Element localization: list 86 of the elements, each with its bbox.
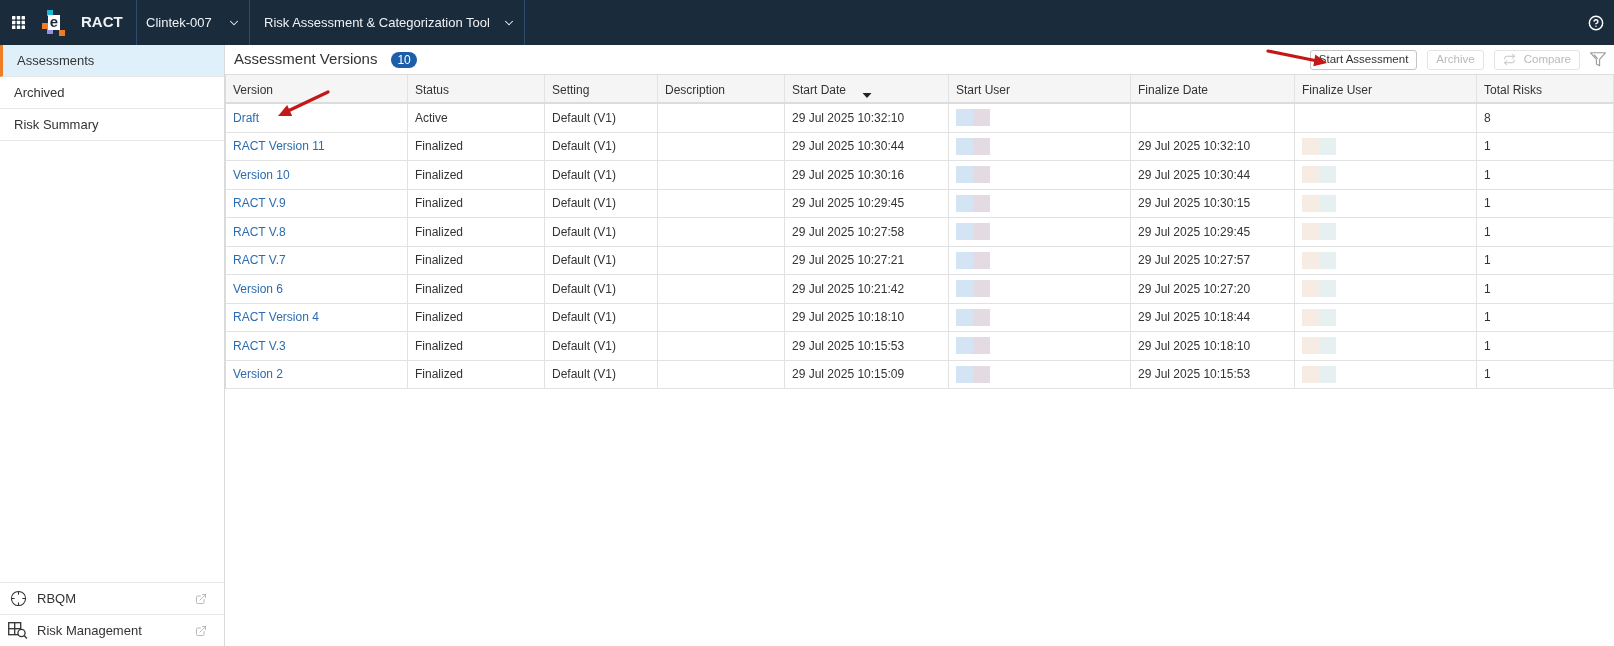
table-cell: Default (V1) <box>545 161 658 189</box>
version-link[interactable]: Version 2 <box>233 365 284 384</box>
table-cell: Default (V1) <box>545 303 658 331</box>
table-cell: 1 <box>1477 246 1614 274</box>
column-header[interactable]: Total Risks <box>1477 75 1614 102</box>
table-cell: 1 <box>1477 303 1614 331</box>
version-link[interactable]: RACT V.8 <box>233 222 286 241</box>
table-cell: Finalized <box>408 275 545 303</box>
version-link[interactable]: RACT V.3 <box>233 336 286 355</box>
table-cell: 29 Jul 2025 10:29:45 <box>785 189 949 217</box>
table-cell: Default (V1) <box>545 246 658 274</box>
table-cell: Finalized <box>408 303 545 331</box>
table-cell: 29 Jul 2025 10:18:10 <box>1131 332 1295 360</box>
table-cell: 29 Jul 2025 10:15:09 <box>785 360 949 388</box>
table-cell: Finalized <box>408 189 545 217</box>
table-cell: 29 Jul 2025 10:27:58 <box>785 218 949 246</box>
column-header[interactable]: Start User <box>949 75 1131 102</box>
app-name: RACT <box>81 12 124 33</box>
version-link[interactable]: RACT Version 11 <box>233 137 325 156</box>
annotation-arrow <box>278 90 330 116</box>
external-link-icon <box>195 592 207 605</box>
table-cell: Default (V1) <box>545 332 658 360</box>
table-cell: 29 Jul 2025 10:27:21 <box>785 246 949 274</box>
table-cell: 1 <box>1477 161 1614 189</box>
table-cell: Finalized <box>408 161 545 189</box>
table-cell: 29 Jul 2025 10:30:15 <box>1131 189 1295 217</box>
table-cell: 1 <box>1477 275 1614 303</box>
filter-icon[interactable] <box>1590 52 1606 67</box>
table-cell: 29 Jul 2025 10:27:57 <box>1131 246 1295 274</box>
swap-arrows-icon <box>1502 53 1516 66</box>
column-header[interactable]: Finalize Date <box>1131 75 1295 102</box>
table-cell: 29 Jul 2025 10:30:44 <box>1131 161 1295 189</box>
table-cell: Finalized <box>408 332 545 360</box>
tool-dropdown[interactable]: Risk Assessment & Categorization Tool <box>249 0 525 45</box>
table-cell: Default (V1) <box>545 132 658 160</box>
table-cell: 1 <box>1477 218 1614 246</box>
app-logo: e <box>42 9 66 36</box>
table-cell: 29 Jul 2025 10:27:20 <box>1131 275 1295 303</box>
table-cell: Finalized <box>408 246 545 274</box>
version-link[interactable]: RACT V.9 <box>233 194 286 213</box>
table-cell: Finalized <box>408 218 545 246</box>
version-link[interactable]: Version 10 <box>233 165 290 184</box>
table-cell: 1 <box>1477 189 1614 217</box>
column-header[interactable]: Description <box>658 75 785 102</box>
page-title: Assessment Versions <box>234 49 378 70</box>
count-badge: 10 <box>391 51 417 68</box>
table-cell: 29 Jul 2025 10:18:10 <box>785 303 949 331</box>
table-cell: 29 Jul 2025 10:32:10 <box>1131 132 1295 160</box>
table-cell: 1 <box>1477 360 1614 388</box>
version-link[interactable]: RACT Version 4 <box>233 308 319 327</box>
table-cell: Default (V1) <box>545 218 658 246</box>
table-cell: 29 Jul 2025 10:21:42 <box>785 275 949 303</box>
column-header[interactable]: Finalize User <box>1295 75 1477 102</box>
table-cell: Default (V1) <box>545 104 658 132</box>
sort-descending-icon <box>862 93 871 98</box>
crosshair-icon <box>10 590 27 607</box>
table-cell: 1 <box>1477 132 1614 160</box>
column-header[interactable]: Status <box>408 75 545 102</box>
table-cell: Finalized <box>408 132 545 160</box>
table-cell: 8 <box>1477 104 1614 132</box>
apps-grid-icon[interactable] <box>12 16 25 29</box>
column-header[interactable]: Setting <box>545 75 658 102</box>
table-cell: Default (V1) <box>545 189 658 217</box>
table-cell: 29 Jul 2025 10:15:53 <box>785 332 949 360</box>
help-icon[interactable] <box>1588 14 1604 31</box>
external-link-icon <box>195 624 207 637</box>
sidebar-link[interactable]: Risk Management <box>0 614 224 646</box>
column-header[interactable]: Start Date <box>785 75 949 102</box>
table-cell: 29 Jul 2025 10:29:45 <box>1131 218 1295 246</box>
table-cell: 29 Jul 2025 10:30:16 <box>785 161 949 189</box>
column-header[interactable]: Version <box>226 75 408 102</box>
table-cell: 29 Jul 2025 10:18:44 <box>1131 303 1295 331</box>
table-cell: Finalized <box>408 360 545 388</box>
grid-magnifier-icon <box>8 622 28 639</box>
table-cell: Default (V1) <box>545 275 658 303</box>
table-cell: 29 Jul 2025 10:15:53 <box>1131 360 1295 388</box>
version-link[interactable]: Version 6 <box>233 279 284 298</box>
sidebar-link[interactable]: RBQM <box>0 582 224 614</box>
sidebar-item[interactable]: Assessments <box>0 45 224 77</box>
table-cell: Active <box>408 104 545 132</box>
table-cell: 29 Jul 2025 10:30:44 <box>785 132 949 160</box>
version-link[interactable]: RACT V.7 <box>233 251 286 270</box>
table-cell: 1 <box>1477 332 1614 360</box>
table-cell: Default (V1) <box>545 360 658 388</box>
table-cell: 29 Jul 2025 10:32:10 <box>785 104 949 132</box>
version-link[interactable]: Draft <box>233 108 259 127</box>
